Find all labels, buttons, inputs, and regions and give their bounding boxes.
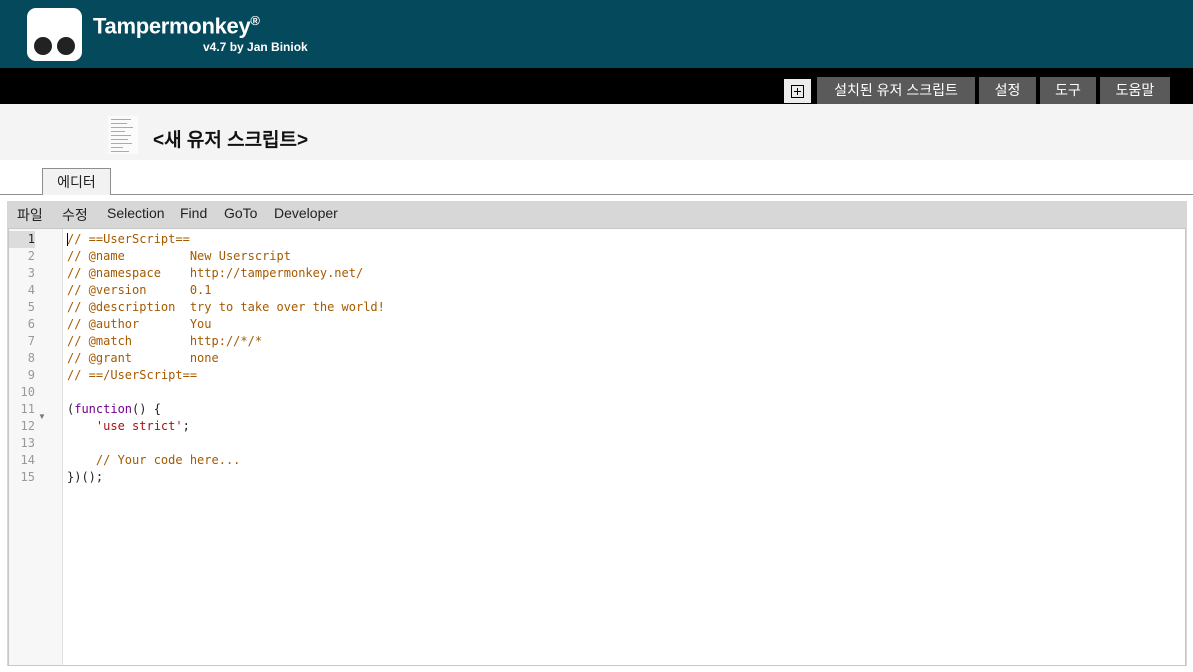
code-line: // @match http://*/* xyxy=(67,334,263,348)
code-line: // ==UserScript== xyxy=(67,232,190,246)
line-number: 7 xyxy=(27,334,35,348)
tampermonkey-logo-icon xyxy=(27,8,82,61)
tab-installed-scripts[interactable]: 설치된 유저 스크립트 xyxy=(817,77,975,104)
tab-editor[interactable]: 에디터 xyxy=(42,168,111,195)
menu-selection[interactable]: Selection xyxy=(107,205,165,221)
line-number: 15 xyxy=(20,470,35,484)
logo-left-eye xyxy=(34,37,52,55)
plus-box-icon xyxy=(791,84,804,98)
code-line: 'use strict'; xyxy=(95,419,190,433)
code-line: // @version 0.1 xyxy=(67,283,212,297)
line-number: 1 xyxy=(9,231,35,248)
code-line: })(); xyxy=(67,470,104,484)
line-number: 13 xyxy=(20,436,35,450)
script-document-icon xyxy=(108,116,138,154)
menu-find[interactable]: Find xyxy=(180,205,207,221)
line-number: 9 xyxy=(27,368,35,382)
editor-menu-bar: 파일 수정 Selection Find GoTo Developer xyxy=(7,201,1187,226)
line-number: 12 xyxy=(20,419,35,433)
script-name: <새 유저 스크립트> xyxy=(153,130,309,151)
fold-arrow-icon[interactable]: ▼ xyxy=(38,408,46,425)
line-number: 10 xyxy=(20,385,35,399)
menu-goto[interactable]: GoTo xyxy=(224,205,257,221)
tab-help[interactable]: 도움말 xyxy=(1100,77,1170,104)
code-line: // @namespace http://tampermonkey.net/ xyxy=(67,266,364,280)
menu-edit[interactable]: 수정 xyxy=(62,205,88,225)
code-line: // @name New Userscript xyxy=(67,249,291,263)
code-line: // @description try to take over the wor… xyxy=(67,300,385,314)
line-number: 8 xyxy=(27,351,35,365)
text-cursor xyxy=(67,233,68,246)
app-title: Tampermonkey® xyxy=(93,13,260,39)
tab-settings[interactable]: 설정 xyxy=(979,77,1036,104)
code-line: // @grant none xyxy=(67,351,219,365)
menu-file[interactable]: 파일 xyxy=(17,205,43,225)
tab-divider xyxy=(0,194,1193,195)
line-number: 14 xyxy=(20,453,35,467)
logo-right-eye xyxy=(57,37,75,55)
code-line: (function() { xyxy=(67,402,161,416)
line-number: 6 xyxy=(27,317,35,331)
code-line: // ==/UserScript== xyxy=(67,368,198,382)
code-line: // @author You xyxy=(67,317,212,331)
line-number: 5 xyxy=(27,300,35,314)
line-number: 3 xyxy=(27,266,35,280)
line-number: 4 xyxy=(27,283,35,297)
tab-utilities[interactable]: 도구 xyxy=(1040,77,1096,104)
code-line: // Your code here... xyxy=(67,453,241,467)
app-version: v4.7 by Jan Biniok xyxy=(203,40,308,54)
line-number: 2 xyxy=(27,249,35,263)
line-number: 11 xyxy=(20,402,35,416)
add-script-button[interactable] xyxy=(784,79,811,103)
menu-developer[interactable]: Developer xyxy=(274,205,338,221)
